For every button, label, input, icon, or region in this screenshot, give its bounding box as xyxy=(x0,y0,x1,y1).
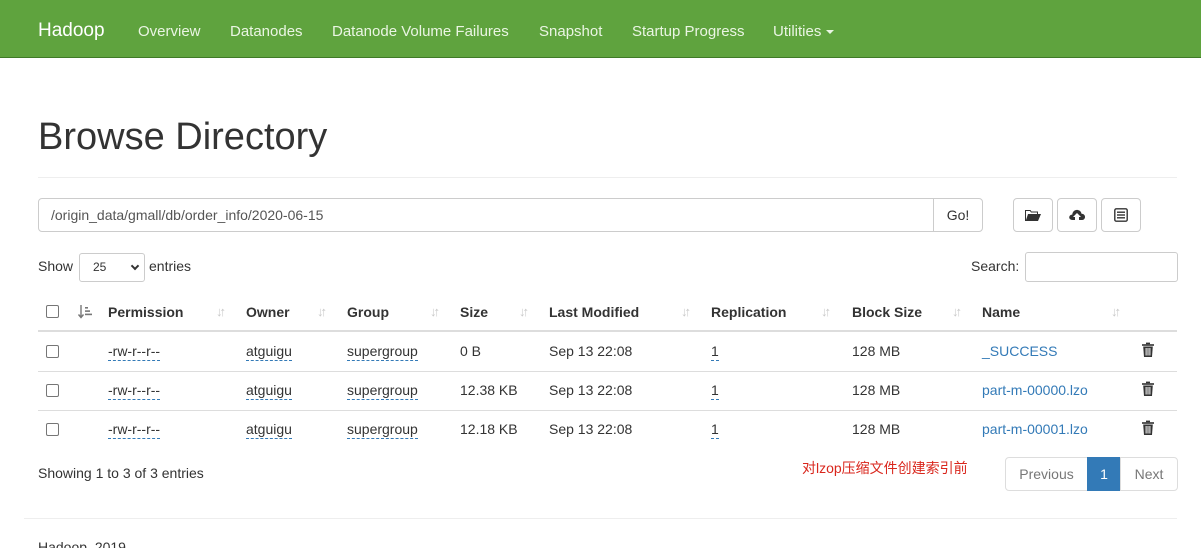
row-divider xyxy=(38,410,1177,411)
column-header-group[interactable]: Group xyxy=(347,304,389,320)
entries-label: entries xyxy=(149,258,192,274)
column-header-last-modified[interactable]: Last Modified xyxy=(549,304,639,320)
size-cell: 0 B xyxy=(460,343,482,359)
sort-icon[interactable]: ↓↑ xyxy=(430,304,440,319)
permission-link[interactable]: -rw-r--r-- xyxy=(108,382,161,400)
row-checkbox[interactable] xyxy=(46,423,59,436)
brand-link[interactable]: Hadoop xyxy=(38,20,105,42)
pagination-page-1[interactable]: 1 xyxy=(1087,457,1121,491)
nav-datanode-volume-failures[interactable]: Datanode Volume Failures xyxy=(332,23,509,40)
last-modified-cell: Sep 13 22:08 xyxy=(549,343,633,359)
caret-down-icon xyxy=(826,30,835,35)
nav-snapshot[interactable]: Snapshot xyxy=(539,23,602,40)
sort-icon[interactable]: ↓↑ xyxy=(681,304,691,319)
sort-icon[interactable]: ↓↑ xyxy=(952,304,962,319)
list-alt-icon xyxy=(1114,208,1128,222)
trash-icon[interactable] xyxy=(1141,381,1155,397)
row-checkbox[interactable] xyxy=(46,384,59,397)
go-button[interactable]: Go! xyxy=(933,198,983,232)
chevron-down-icon xyxy=(130,261,140,271)
table-info-text: Showing 1 to 3 of 3 entries xyxy=(38,465,204,481)
show-label: Show xyxy=(38,258,74,274)
footer-divider xyxy=(24,518,1177,519)
pagination-next-button[interactable]: Next xyxy=(1120,457,1178,491)
owner-link[interactable]: atguigu xyxy=(246,421,292,439)
upload-files-button[interactable] xyxy=(1057,198,1097,232)
column-header-name[interactable]: Name xyxy=(982,304,1020,320)
size-cell: 12.18 KB xyxy=(460,421,518,437)
block-size-cell: 128 MB xyxy=(852,421,901,437)
nav-startup-progress[interactable]: Startup Progress xyxy=(632,23,745,40)
sort-icon[interactable]: ↓↑ xyxy=(216,304,226,319)
group-link[interactable]: supergroup xyxy=(347,421,418,439)
owner-link[interactable]: atguigu xyxy=(246,382,292,400)
search-label: Search: xyxy=(971,258,1020,274)
sort-icon[interactable]: ↓↑ xyxy=(1111,304,1121,319)
page-title: Browse Directory xyxy=(38,116,328,158)
column-header-block-size[interactable]: Block Size xyxy=(852,304,922,320)
column-header-permission[interactable]: Permission xyxy=(108,304,183,320)
select-all-checkbox[interactable] xyxy=(46,305,59,318)
cut-paste-button[interactable] xyxy=(1101,198,1141,232)
folder-open-icon xyxy=(1024,208,1042,222)
file-name-link[interactable]: part-m-00001.lzo xyxy=(982,421,1088,437)
search-input[interactable] xyxy=(1025,252,1178,282)
replication-link[interactable]: 1 xyxy=(711,343,719,361)
create-directory-button[interactable] xyxy=(1013,198,1053,232)
owner-link[interactable]: atguigu xyxy=(246,343,292,361)
page-size-value: 25 xyxy=(93,260,107,274)
column-header-size[interactable]: Size xyxy=(460,304,488,320)
permission-link[interactable]: -rw-r--r-- xyxy=(108,343,161,361)
footer-text: Hadoop, 2019. xyxy=(38,539,130,548)
page-size-select[interactable]: 25 xyxy=(79,253,145,282)
last-modified-cell: Sep 13 22:08 xyxy=(549,421,633,437)
row-divider xyxy=(38,371,1177,372)
file-name-link[interactable]: _SUCCESS xyxy=(982,343,1057,359)
sort-icon[interactable]: ↓↑ xyxy=(821,304,831,319)
block-size-cell: 128 MB xyxy=(852,382,901,398)
group-link[interactable]: supergroup xyxy=(347,382,418,400)
column-header-owner[interactable]: Owner xyxy=(246,304,290,320)
pagination-previous-button[interactable]: Previous xyxy=(1005,457,1088,491)
group-link[interactable]: supergroup xyxy=(347,343,418,361)
block-size-cell: 128 MB xyxy=(852,343,901,359)
column-header-replication[interactable]: Replication xyxy=(711,304,786,320)
replication-link[interactable]: 1 xyxy=(711,421,719,439)
top-navbar: Hadoop Overview Datanodes Datanode Volum… xyxy=(0,0,1201,58)
cloud-upload-icon xyxy=(1068,208,1086,222)
title-divider xyxy=(38,177,1177,178)
permission-link[interactable]: -rw-r--r-- xyxy=(108,421,161,439)
sort-icon[interactable]: ↓↑ xyxy=(519,304,529,319)
table-header-divider xyxy=(38,330,1177,332)
annotation-text: 对lzop压缩文件创建索引前 xyxy=(802,460,968,476)
size-cell: 12.38 KB xyxy=(460,382,518,398)
nav-utilities-dropdown[interactable]: Utilities xyxy=(773,23,835,40)
nav-datanodes[interactable]: Datanodes xyxy=(230,23,303,40)
last-modified-cell: Sep 13 22:08 xyxy=(549,382,633,398)
row-checkbox[interactable] xyxy=(46,345,59,358)
replication-link[interactable]: 1 xyxy=(711,382,719,400)
nav-overview[interactable]: Overview xyxy=(138,23,201,40)
trash-icon[interactable] xyxy=(1141,420,1155,436)
file-name-link[interactable]: part-m-00000.lzo xyxy=(982,382,1088,398)
trash-icon[interactable] xyxy=(1141,342,1155,358)
nav-utilities-label: Utilities xyxy=(773,23,822,40)
sort-icon[interactable]: ↓↑ xyxy=(317,304,327,319)
directory-path-input[interactable] xyxy=(38,198,934,232)
sort-amount-icon[interactable] xyxy=(77,304,93,323)
